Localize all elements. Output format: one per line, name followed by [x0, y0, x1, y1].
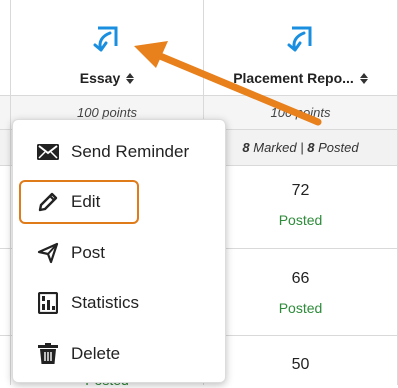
status-label: Posted: [278, 300, 323, 316]
grade-cell[interactable]: 66 Posted: [204, 270, 397, 316]
grade-cell[interactable]: 50: [204, 356, 397, 374]
column-title[interactable]: Essay: [80, 70, 135, 86]
menu-item-post[interactable]: Post: [13, 235, 225, 271]
column-header-placement-report[interactable]: Placement Repo...: [204, 0, 397, 95]
external-link-icon[interactable]: [90, 24, 124, 58]
column-actions-menu: Send Reminder Edit Post Statistics Delet…: [12, 119, 226, 383]
external-link-icon[interactable]: [284, 24, 318, 58]
trash-icon: [37, 343, 59, 365]
status-label: Posted: [278, 212, 323, 228]
score-value: 66: [291, 270, 310, 287]
column-header-essay[interactable]: Essay: [11, 0, 203, 95]
sort-icon[interactable]: [126, 72, 135, 84]
edit-highlight-outline: [19, 180, 139, 224]
points-label: 100 points: [270, 104, 331, 120]
menu-item-send-reminder[interactable]: Send Reminder: [13, 134, 225, 170]
grade-cell[interactable]: 72 Posted: [204, 182, 397, 228]
menu-item-delete[interactable]: Delete: [13, 336, 225, 372]
send-icon: [37, 242, 59, 264]
menu-item-statistics[interactable]: Statistics: [13, 285, 225, 321]
column-title[interactable]: Placement Repo...: [233, 70, 368, 86]
marked-posted-summary: 8 Marked | 8 Posted: [242, 139, 359, 155]
score-value: 72: [291, 182, 310, 199]
sort-icon[interactable]: [359, 72, 368, 84]
statistics-icon: [37, 292, 59, 314]
envelope-icon: [37, 141, 59, 163]
score-value: 50: [291, 356, 310, 373]
